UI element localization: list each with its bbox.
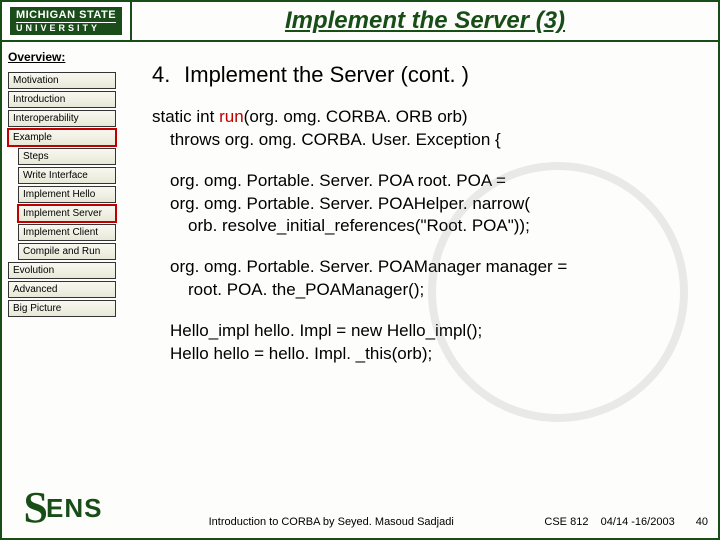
nav-item-advanced[interactable]: Advanced [8, 281, 116, 298]
code-block-2: org. omg. Portable. Server. POAManager m… [152, 256, 696, 302]
nav-item-write-interface[interactable]: Write Interface [18, 167, 116, 184]
nav-item-implement-hello[interactable]: Implement Hello [18, 186, 116, 203]
content-heading: 4. Implement the Server (cont. ) [152, 60, 696, 90]
sens-logo: SENS [8, 484, 118, 532]
content-area: 4. Implement the Server (cont. ) static … [122, 42, 718, 538]
logo-line2: UNIVERSITY [16, 22, 116, 34]
slide-body: Overview: Motivation Introduction Interope… [2, 42, 718, 538]
footer: SENS Introduction to CORBA by Seyed. Mas… [2, 484, 718, 534]
page-number: 40 [696, 516, 708, 528]
nav-item-compile-and-run[interactable]: Compile and Run [18, 243, 116, 260]
sidebar: Overview: Motivation Introduction Interope… [2, 42, 122, 538]
slide-title: Implement the Server (3) [132, 2, 718, 40]
footer-date: 04/14 -16/2003 [601, 516, 675, 528]
slide: MICHIGAN STATE UNIVERSITY Implement the … [0, 0, 720, 540]
code-sig2: throws org. omg. CORBA. User. Exception … [152, 129, 696, 152]
nav-item-evolution[interactable]: Evolution [8, 262, 116, 279]
nav-item-example[interactable]: Example [8, 129, 116, 146]
footer-course: CSE 812 [544, 516, 588, 528]
logo-line1: MICHIGAN STATE [16, 9, 116, 21]
run-keyword: run [219, 107, 244, 126]
nav-item-introduction[interactable]: Introduction [8, 91, 116, 108]
heading-num: 4. [152, 60, 178, 90]
footer-center: Introduction to CORBA by Seyed. Masoud S… [118, 516, 544, 532]
nav-item-implement-server[interactable]: Implement Server [18, 205, 116, 222]
code-block-3: Hello_impl hello. Impl = new Hello_impl(… [152, 320, 696, 366]
code-sig1: static int run(org. omg. CORBA. ORB orb) [152, 106, 696, 129]
nav-item-big-picture[interactable]: Big Picture [8, 300, 116, 317]
nav-item-implement-client[interactable]: Implement Client [18, 224, 116, 241]
footer-right: CSE 812 04/14 -16/2003 40 [544, 516, 708, 532]
msu-logo: MICHIGAN STATE UNIVERSITY [2, 2, 132, 40]
title-bar: MICHIGAN STATE UNIVERSITY Implement the … [2, 2, 718, 42]
overview-label: Overview: [8, 50, 116, 64]
heading-text: Implement the Server (cont. ) [184, 62, 469, 87]
code-block-1: org. omg. Portable. Server. POA root. PO… [152, 170, 696, 239]
nav-item-steps[interactable]: Steps [18, 148, 116, 165]
nav-item-interoperability[interactable]: Interoperability [8, 110, 116, 127]
nav-item-motivation[interactable]: Motivation [8, 72, 116, 89]
